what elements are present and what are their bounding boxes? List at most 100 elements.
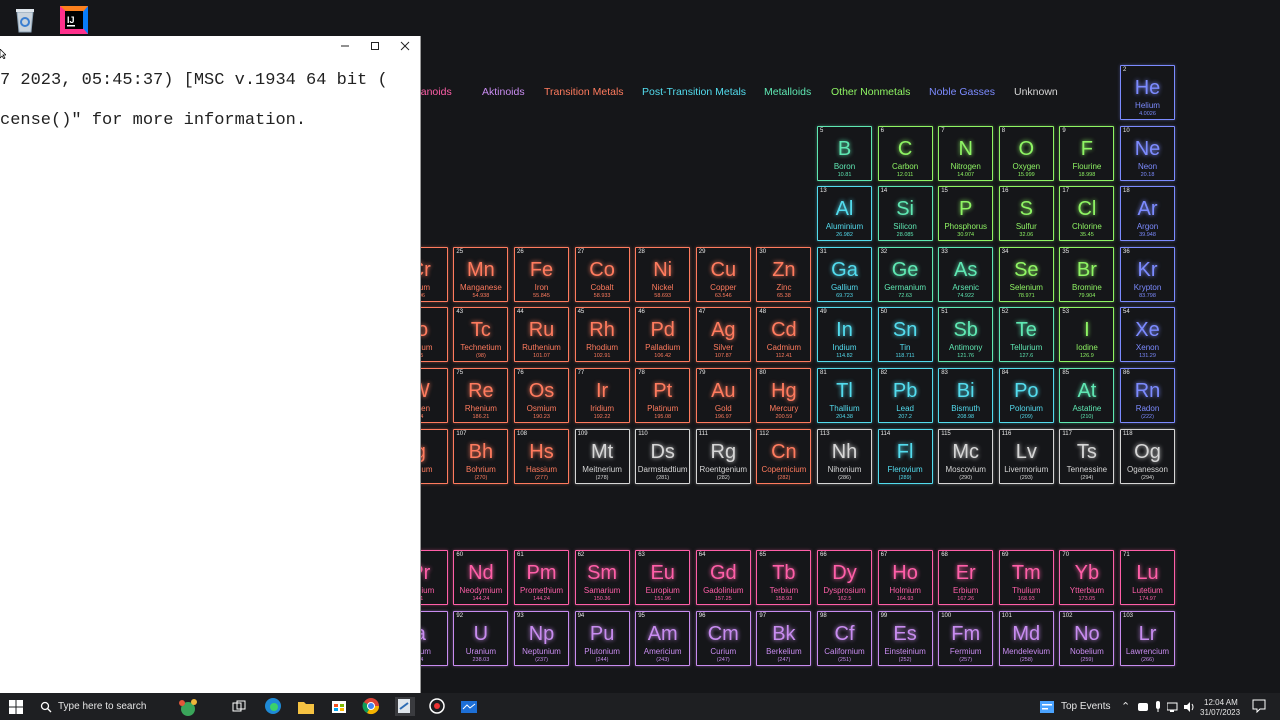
element-cell[interactable]: 26 Fe Iron 55.845 (514, 246, 569, 302)
element-cell[interactable]: 98 Cf Californium (251) (817, 610, 872, 666)
element-cell[interactable]: 117 Ts Tennessine (294) (1059, 428, 1115, 484)
element-cell[interactable]: 9 F Flourine 18.998 (1059, 125, 1115, 181)
element-cell[interactable]: 46 Pd Palladium 106.42 (635, 307, 691, 363)
notifications-icon[interactable] (1252, 697, 1270, 716)
element-cell[interactable]: 78 Pt Platinum 195.08 (635, 368, 691, 423)
element-cell[interactable]: 112 Cn Copernicium (282) (756, 428, 812, 484)
element-cell[interactable]: 86 Rn Radon (222) (1120, 368, 1175, 423)
element-cell[interactable]: 82 Pb Lead 207.2 (877, 368, 933, 423)
element-cell[interactable]: 92 U Uranium 238.03 (453, 610, 509, 666)
element-cell[interactable]: 48 Cd Cadmium 112.41 (756, 307, 812, 363)
element-cell[interactable]: 99 Es Einsteinium (252) (877, 610, 933, 666)
element-cell[interactable]: 111 Rg Roentgenium (282) (695, 428, 751, 484)
element-cell[interactable]: 32 Ge Germanium 72.63 (877, 246, 933, 302)
window-titlebar[interactable] (0, 36, 420, 66)
element-cell[interactable]: 52 Te Tellurium 127.6 (998, 307, 1054, 363)
element-cell[interactable]: 49 In Indium 114.82 (817, 307, 872, 363)
element-cell[interactable]: 118 Og Oganesson (294) (1120, 428, 1175, 484)
start-button[interactable] (8, 697, 26, 716)
element-cell[interactable]: 35 Br Bromine 79.904 (1059, 246, 1115, 302)
element-cell[interactable]: 103 Lr Lawrencium (266) (1120, 610, 1175, 666)
element-cell[interactable]: 81 Tl Thallium 204.38 (817, 368, 872, 423)
element-cell[interactable]: 100 Fm Fermium (257) (938, 610, 994, 666)
python-console-window[interactable]: 7 2023, 05:45:37) [MSC v.1934 64 bit ( c… (0, 36, 421, 693)
element-cell[interactable]: 63 Eu Europium 151.96 (635, 550, 691, 605)
element-cell[interactable]: 53 I Iodine 126.9 (1059, 307, 1115, 363)
legend-item[interactable]: Aktinoids (482, 86, 525, 98)
element-cell[interactable]: 61 Pm Promethium 144.24 (514, 550, 569, 605)
element-cell[interactable]: 114 Fl Flerovium (289) (877, 428, 933, 484)
video-editor-icon[interactable] (460, 697, 480, 716)
legend-item[interactable]: Metalloids (764, 86, 811, 98)
element-cell[interactable]: 34 Se Selenium 78.971 (998, 246, 1054, 302)
legend-item[interactable]: Noble Gasses (929, 86, 995, 98)
element-cell[interactable]: 85 At Astatine (210) (1059, 368, 1115, 423)
element-cell[interactable]: 18 Ar Argon 39.948 (1120, 186, 1175, 242)
element-cell[interactable]: 71 Lu Lutetium 174.97 (1120, 550, 1175, 605)
element-cell[interactable]: 75 Re Rhenium 186.21 (453, 368, 509, 423)
edge-browser-icon[interactable] (264, 697, 284, 716)
chrome-icon[interactable] (362, 697, 382, 716)
legend-item[interactable]: Other Nonmetals (831, 86, 910, 98)
element-cell[interactable]: 79 Au Gold 196.97 (695, 368, 751, 423)
element-cell[interactable]: 109 Mt Meitnerium (278) (574, 428, 630, 484)
element-cell[interactable]: 54 Xe Xenon 131.29 (1120, 307, 1175, 363)
element-cell[interactable]: 97 Bk Berkelium (247) (756, 610, 812, 666)
element-cell[interactable]: 29 Cu Copper 63.546 (695, 246, 751, 302)
element-cell[interactable]: 30 Zn Zinc 65.38 (756, 246, 812, 302)
element-cell[interactable]: 47 Ag Silver 107.87 (695, 307, 751, 363)
element-cell[interactable]: 115 Mc Moscovium (290) (938, 428, 994, 484)
element-cell[interactable]: 76 Os Osmium 190.23 (514, 368, 569, 423)
legend-item[interactable]: Unknown (1014, 86, 1058, 98)
element-cell[interactable]: 96 Cm Curium (247) (695, 610, 751, 666)
minimize-button[interactable] (330, 36, 360, 56)
element-cell[interactable]: 67 Ho Holmium 164.93 (877, 550, 933, 605)
element-cell[interactable]: 10 Ne Neon 20.18 (1120, 125, 1175, 181)
maximize-button[interactable] (360, 36, 390, 56)
task-view-icon[interactable] (232, 697, 248, 716)
element-cell[interactable]: 94 Pu Plutonium (244) (574, 610, 630, 666)
close-button[interactable] (390, 36, 420, 56)
legend-item[interactable]: Transition Metals (544, 86, 624, 98)
element-cell[interactable]: 70 Yb Ytterbium 173.05 (1059, 550, 1115, 605)
element-cell[interactable]: 14 Si Silicon 28.085 (877, 186, 933, 242)
clock[interactable]: 12:04 AM 31/07/2023 (1200, 697, 1244, 717)
taskbar-search-box[interactable]: Type here to search (32, 697, 222, 716)
element-cell[interactable]: 60 Nd Neodymium 144.24 (453, 550, 509, 605)
element-cell[interactable]: 64 Gd Gadolinium 157.25 (695, 550, 751, 605)
element-cell[interactable]: 101 Md Mendelevium (258) (998, 610, 1054, 666)
element-cell[interactable]: 33 As Arsenic 74.922 (938, 246, 994, 302)
element-cell[interactable]: 13 Al Aluminium 26.982 (817, 186, 872, 242)
system-tray[interactable]: ⌃ (1121, 697, 1201, 716)
element-cell[interactable]: 110 Ds Darmstadtium (281) (635, 428, 691, 484)
element-cell[interactable]: 95 Am Americium (243) (635, 610, 691, 666)
element-cell[interactable]: 45 Rh Rhodium 102.91 (574, 307, 630, 363)
element-cell[interactable]: 65 Tb Terbium 158.93 (756, 550, 812, 605)
element-cell[interactable]: 83 Bi Bismuth 208.98 (938, 368, 994, 423)
element-cell[interactable]: 28 Ni Nickel 58.693 (635, 246, 691, 302)
element-cell[interactable]: 80 Hg Mercury 200.59 (756, 368, 812, 423)
element-cell[interactable]: 6 C Carbon 12.011 (877, 125, 933, 181)
element-cell[interactable]: 77 Ir Iridium 192.22 (574, 368, 630, 423)
python-app-icon[interactable] (395, 697, 415, 716)
element-cell[interactable]: 50 Sn Tin 118.711 (877, 307, 933, 363)
element-cell[interactable]: 113 Nh Nihonium (286) (817, 428, 872, 484)
element-cell[interactable]: 43 Tc Technetium (98) (453, 307, 509, 363)
element-cell[interactable]: 27 Co Cobalt 58.933 (574, 246, 630, 302)
legend-item[interactable]: Post-Transition Metals (642, 86, 746, 98)
element-cell[interactable]: 66 Dy Dysprosium 162.5 (817, 550, 872, 605)
element-cell[interactable]: 69 Tm Thulium 168.93 (998, 550, 1054, 605)
chevron-up-icon[interactable]: ⌃ (1121, 700, 1130, 713)
element-cell[interactable]: 93 Np Neptunium (237) (514, 610, 569, 666)
element-cell[interactable]: 108 Hs Hassium (277) (514, 428, 569, 484)
element-cell[interactable]: 68 Er Erbium 167.26 (938, 550, 994, 605)
element-cell[interactable]: 44 Ru Ruthenium 101.07 (514, 307, 569, 363)
element-cell[interactable]: 84 Po Polonium (209) (998, 368, 1054, 423)
recording-app-icon[interactable] (428, 697, 448, 716)
element-cell[interactable]: 2 He Helium 4.0026 (1120, 65, 1175, 120)
microsoft-store-icon[interactable] (330, 697, 350, 716)
element-cell[interactable]: 17 Cl Chlorine 35.45 (1059, 186, 1115, 242)
element-cell[interactable]: 116 Lv Livermorium (293) (998, 428, 1054, 484)
element-cell[interactable]: 51 Sb Antimony 121.76 (938, 307, 994, 363)
element-cell[interactable]: 102 No Nobelium (259) (1059, 610, 1115, 666)
